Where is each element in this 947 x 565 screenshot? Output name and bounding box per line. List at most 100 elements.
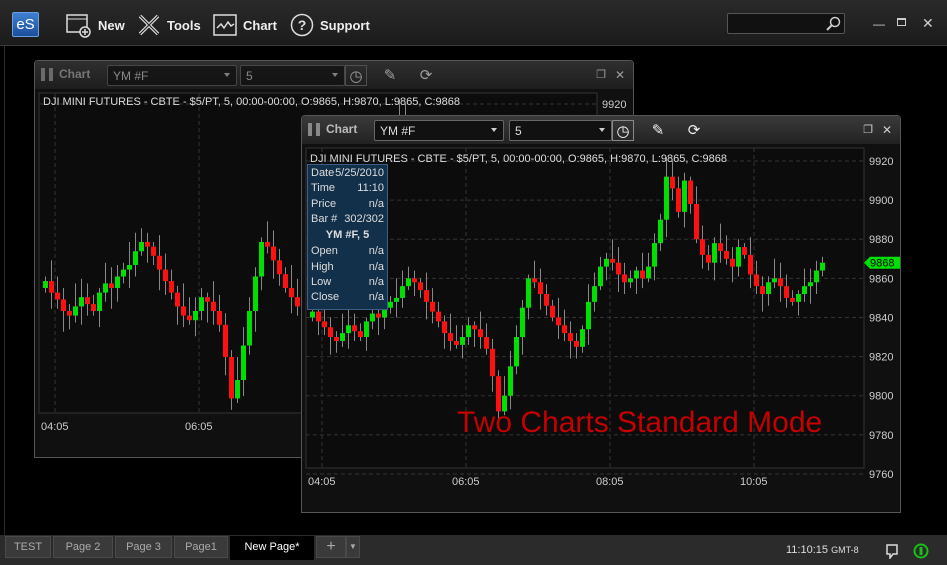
candle-body (772, 278, 777, 283)
clock-icon[interactable]: ◷ (345, 65, 367, 86)
candle-body (748, 254, 753, 275)
indicator-icon[interactable]: ⟳ (415, 65, 437, 86)
support-button[interactable]: ? Support (290, 12, 370, 38)
candle-body (370, 313, 375, 322)
candle-body (67, 311, 72, 316)
price-tick-label: 9780 (869, 430, 893, 442)
interval-select[interactable]: 5 (509, 120, 612, 141)
candle-body (418, 282, 423, 291)
status-clock: 11:10:15 GMT-8 (786, 544, 859, 556)
tooltip-row: Close n/a (311, 291, 384, 306)
chart-window-front[interactable]: Chart YM #F 5 ◷ ✎ ⟳ ❐ ✕ 9920 9900 9880 9860… (301, 115, 901, 513)
search-icon[interactable] (826, 16, 841, 31)
close-window-icon[interactable]: ✕ (609, 65, 631, 86)
candle-body (187, 315, 192, 321)
candle-body (448, 333, 453, 341)
candle-body (43, 281, 48, 288)
close-window-icon[interactable]: ✕ (876, 120, 898, 141)
candle-body (139, 242, 144, 252)
time-tick-label: 04:05 (308, 476, 336, 488)
search-input[interactable] (727, 13, 845, 34)
candle-body (742, 247, 747, 255)
candle-body (538, 282, 543, 295)
add-page-button[interactable]: + (316, 536, 346, 558)
candle-body (277, 260, 282, 275)
candle-body (259, 242, 264, 277)
help-icon: ? (290, 13, 314, 37)
close-icon[interactable]: ✕ (922, 15, 934, 32)
indicator-icon[interactable]: ⟳ (683, 120, 705, 141)
candle-body (520, 307, 525, 338)
clock-icon[interactable]: ◷ (612, 120, 634, 141)
minimize-icon[interactable]: — (873, 17, 885, 31)
chart-button[interactable]: Chart (213, 12, 277, 38)
chart-window-titlebar[interactable]: Chart YM #F 5 ◷ ✎ ⟳ ❐ ✕ (35, 61, 633, 89)
interval-value: 5 (515, 124, 522, 138)
candle-body (97, 292, 102, 311)
tooltip-value: n/a (368, 276, 384, 289)
tools-button[interactable]: Tools (137, 12, 201, 38)
candle-body (568, 333, 573, 341)
candle-body (322, 321, 327, 328)
chart-canvas[interactable]: 9920 9900 9880 9860 9840 9820 9800 9780 9760 04:0… (302, 144, 900, 512)
chart-window-titlebar[interactable]: Chart YM #F 5 ◷ ✎ ⟳ ❐ ✕ (302, 116, 900, 144)
tools-icon (138, 14, 160, 36)
candle-body (814, 270, 819, 283)
candle-body (580, 329, 585, 347)
candle-body (91, 304, 96, 311)
candle-body (514, 337, 519, 367)
candle-body (79, 297, 84, 307)
symbol-select[interactable]: YM #F (107, 65, 237, 86)
candle-body (133, 251, 138, 265)
pause-icon[interactable] (308, 123, 320, 136)
candle-body (169, 281, 174, 293)
tooltip-row: Date 5/25/2010 (311, 167, 384, 182)
page-menu-button[interactable]: ▼ (346, 536, 360, 558)
candle-body (508, 366, 513, 396)
time-tick-label: 10:05 (740, 476, 768, 488)
tab-test[interactable]: TEST (5, 536, 51, 558)
price-tick-label: 9860 (869, 273, 893, 285)
pencil-icon[interactable]: ✎ (647, 120, 669, 141)
candle-body (271, 246, 276, 261)
connection-status-icon[interactable] (913, 543, 929, 559)
candle-body (229, 357, 234, 399)
interval-value: 5 (246, 69, 253, 83)
chat-icon[interactable] (885, 544, 899, 559)
tooltip-label: Close (311, 291, 340, 304)
candle-body (145, 242, 150, 247)
tooltip-row: Low n/a (311, 276, 384, 291)
candle-body (676, 188, 681, 212)
chart-label: Chart (243, 17, 277, 33)
candle-body (223, 324, 228, 357)
tab-page1[interactable]: Page1 (174, 536, 228, 558)
candle-body (127, 265, 132, 270)
tab-page-3[interactable]: Page 3 (115, 536, 172, 558)
tooltip-value: 5/25/2010 (335, 167, 384, 179)
candle-body (682, 180, 687, 212)
tooltip-row: Price n/a (311, 198, 384, 213)
candle-body (778, 278, 783, 287)
candle-body (199, 297, 204, 311)
candle-body (193, 311, 198, 321)
price-tick-label: 9880 (869, 234, 893, 246)
tooltip-label: Time (311, 182, 336, 195)
watermark-text: Two Charts Standard Mode (457, 406, 823, 439)
interval-select[interactable]: 5 (240, 65, 345, 86)
candle-body (121, 269, 126, 277)
maximize-icon[interactable] (897, 18, 906, 26)
candle-body (532, 278, 537, 283)
candle-body (340, 333, 345, 341)
tab-page-2[interactable]: Page 2 (53, 536, 113, 558)
status-bar: TEST Page 2 Page 3 Page1 New Page* + ▼ 1… (0, 535, 947, 565)
symbol-select[interactable]: YM #F (374, 120, 504, 141)
candle-body (364, 321, 369, 338)
pause-icon[interactable] (41, 68, 53, 81)
tab-new-page[interactable]: New Page* (230, 536, 314, 560)
tooltip-label: Open (311, 245, 338, 258)
pencil-icon[interactable]: ✎ (379, 65, 401, 86)
new-button[interactable]: New (66, 12, 125, 38)
app-logo[interactable]: eS (12, 12, 39, 37)
last-price-label: 9868 (870, 258, 894, 270)
time-tick-label: 06:05 (185, 421, 213, 433)
